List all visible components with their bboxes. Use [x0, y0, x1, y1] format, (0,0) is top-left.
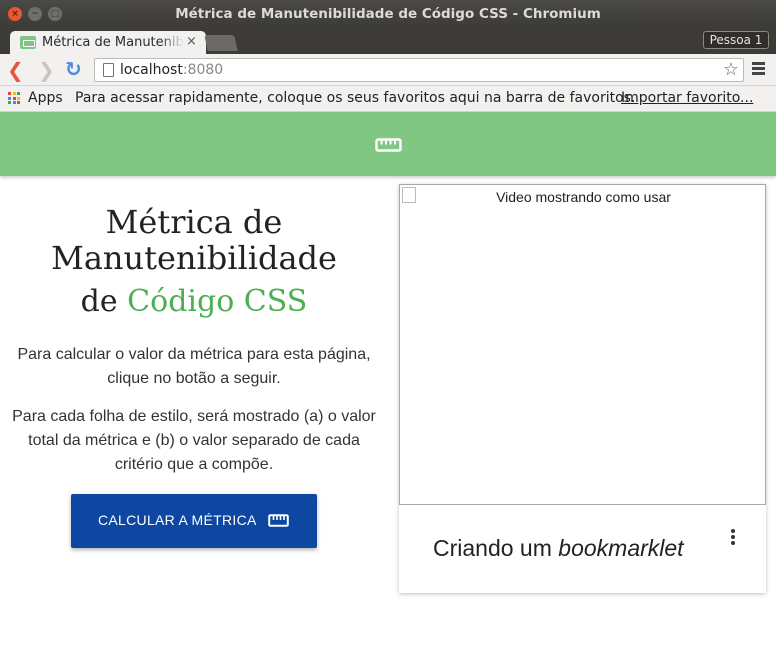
apps-icon[interactable]	[8, 92, 20, 104]
calculate-metric-button[interactable]: CALCULAR A MÉTRICA	[71, 494, 317, 548]
browser-toolbar: ❮ ❯ ↻ localhost:8080 ☆	[0, 54, 776, 86]
page-subtitle: de Código CSS	[0, 284, 388, 319]
apps-link[interactable]: Apps	[28, 90, 63, 106]
menu-icon[interactable]	[752, 62, 765, 75]
ruler-icon	[375, 138, 402, 152]
video-card: Video mostrando como usar Criando um boo…	[399, 184, 766, 593]
window-title: Métrica de Manutenibilidade de Código CS…	[175, 6, 601, 22]
url-host: localhost	[120, 62, 183, 78]
card-title: Criando um bookmarklet	[433, 535, 684, 562]
title-line-1: Métrica de	[105, 203, 283, 241]
page-title: Métrica de Manutenibilidade	[0, 204, 388, 276]
intro-paragraph-2: Para cada folha de estilo, será mostrado…	[12, 408, 376, 473]
ruler-icon	[268, 514, 289, 527]
window-titlebar: × − □ Métrica de Manutenibilidade de Cód…	[0, 0, 776, 28]
forward-icon[interactable]: ❯	[38, 58, 55, 82]
intro-paragraph-1: Para calcular o valor da métrica para es…	[17, 346, 371, 387]
new-tab-button[interactable]	[204, 35, 238, 51]
subtitle-accent: Código CSS	[127, 284, 308, 319]
page-icon	[103, 63, 114, 77]
card-title-prefix: Criando um	[433, 535, 559, 561]
tab-strip: Métrica de Manutenibilidade × Pessoa 1	[0, 28, 776, 54]
profile-button[interactable]: Pessoa 1	[703, 31, 769, 49]
reload-icon[interactable]: ↻	[65, 57, 82, 81]
tab-label: Métrica de Manutenibilidade	[42, 35, 184, 50]
page-header	[0, 112, 776, 176]
calculate-button-label: CALCULAR A MÉTRICA	[98, 512, 257, 528]
back-icon[interactable]: ❮	[7, 58, 24, 82]
import-bookmarks-link[interactable]: Importar favorito...	[621, 90, 753, 106]
video-alt-text: Video mostrando como usar	[496, 189, 671, 205]
subtitle-prefix: de	[80, 284, 128, 319]
url-text: localhost:8080	[120, 62, 223, 78]
title-line-2: Manutenibilidade	[51, 239, 337, 277]
tab-close-icon[interactable]: ×	[186, 34, 197, 49]
bookmarks-bar: Apps Para acessar rapidamente, coloque o…	[0, 86, 776, 112]
tab-metrica[interactable]: Métrica de Manutenibilidade ×	[10, 31, 206, 54]
url-port: :8080	[182, 62, 224, 78]
video-image[interactable]: Video mostrando como usar	[399, 184, 766, 505]
bookmarks-hint: Para acessar rapidamente, coloque os seu…	[75, 90, 636, 106]
card-title-italic: bookmarklet	[558, 535, 684, 561]
ruler-favicon-icon	[20, 36, 36, 49]
more-vert-icon[interactable]	[730, 529, 736, 547]
bookmark-star-icon[interactable]: ☆	[723, 59, 739, 80]
address-bar[interactable]: localhost:8080 ☆	[94, 58, 744, 82]
